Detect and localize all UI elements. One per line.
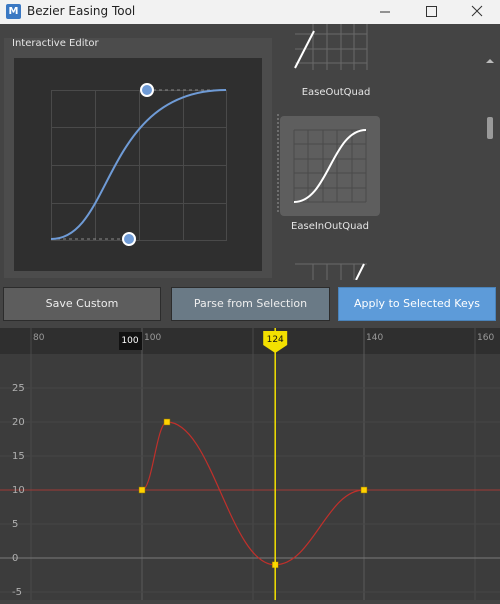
preset-easeoutquad[interactable] [286,24,386,70]
maximize-icon [426,6,437,17]
frame-tick-label: 140 [366,333,383,343]
close-button[interactable] [454,0,500,24]
editor-label: Interactive Editor [12,38,99,49]
keyframe[interactable] [163,418,171,426]
save-custom-button[interactable]: Save Custom [3,287,161,321]
value-tick-label: 0 [12,553,18,564]
top-area: Interactive Editor EaseOutQuad EaseInOut… [0,24,500,299]
value-tick-label: -5 [12,587,22,598]
minimize-button[interactable] [362,0,408,24]
preset-easeinoutquad-graph [293,129,367,203]
frame-tick-label: 100 [144,333,161,343]
editor-grid [51,90,227,241]
frame-tick-label: 80 [33,333,45,343]
control-handle-p1[interactable] [122,232,136,246]
preset-label-easeoutquad: EaseOutQuad [301,87,371,98]
preset-next[interactable] [286,260,386,280]
svg-text:124: 124 [267,335,284,345]
bezier-editor-svg [50,83,227,246]
apply-to-selected-keys-button[interactable]: Apply to Selected Keys [338,287,496,321]
preset-scrollbar[interactable] [483,48,497,304]
graph-editor-svg: 80 100 140 160 25 20 15 10 5 0 -5 100 124 [0,328,500,600]
frame-tick-label: 160 [477,333,494,343]
window-title: Bezier Easing Tool [27,4,136,18]
keyframe[interactable] [360,486,368,494]
preset-easeoutquad-graph [294,24,368,70]
maximize-button[interactable] [408,0,454,24]
value-tick-label: 20 [12,417,25,428]
selection-marker [277,114,279,214]
parse-from-selection-button[interactable]: Parse from Selection [171,287,330,321]
title-bar: M Bezier Easing Tool [0,0,500,24]
interactive-editor-panel: Interactive Editor [4,38,272,278]
preset-list: EaseOutQuad EaseInOutQuad [276,24,496,280]
bezier-curve [50,89,227,240]
value-tick-label: 25 [12,383,25,394]
frame-ruler[interactable] [0,328,500,354]
scroll-up-icon [486,59,494,63]
graph-editor[interactable]: 80 100 140 160 25 20 15 10 5 0 -5 100 124 [0,328,500,600]
control-handle-p2[interactable] [140,83,154,97]
action-buttons: Save Custom Parse from Selection Apply t… [0,280,500,328]
value-tick-label: 5 [12,519,18,530]
preset-easeinoutquad[interactable] [280,116,380,216]
svg-text:100: 100 [121,336,138,346]
value-tick-label: 15 [12,451,25,462]
scroll-thumb [487,117,493,139]
preset-scrollbar-svg [486,59,494,299]
bezier-editor-canvas[interactable] [14,58,262,271]
close-icon [471,5,483,17]
minimize-icon [380,11,390,13]
range-start-marker: 100 [119,332,142,350]
keyframe[interactable] [138,486,146,494]
preset-label-easeinoutquad: EaseInOutQuad [291,221,369,232]
value-tick-label: 10 [12,485,25,496]
app-icon: M [6,4,21,19]
preset-next-graph [295,263,367,280]
